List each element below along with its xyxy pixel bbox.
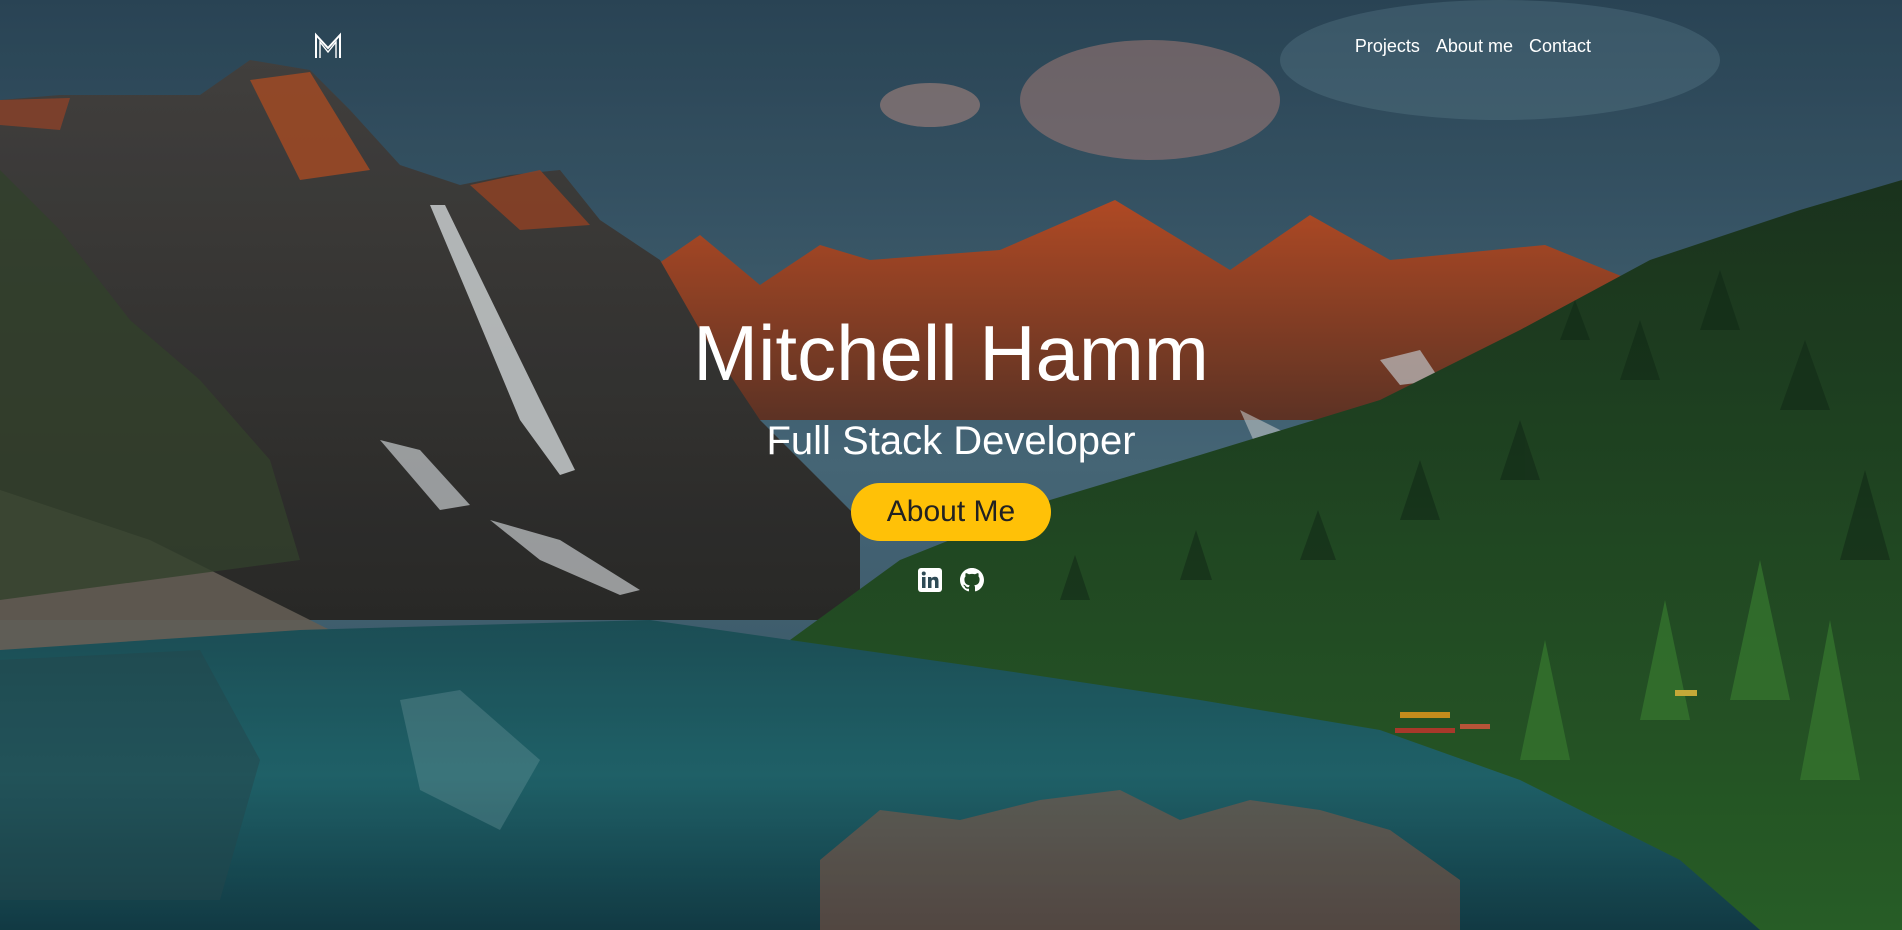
nav-link-contact[interactable]: Contact xyxy=(1529,36,1591,57)
nav-link-projects[interactable]: Projects xyxy=(1355,36,1420,57)
hero-content: Mitchell Hamm Full Stack Developer About… xyxy=(0,305,1902,593)
monogram-m-icon[interactable] xyxy=(313,32,343,60)
about-me-button[interactable]: About Me xyxy=(851,483,1051,541)
linkedin-icon[interactable] xyxy=(917,567,943,593)
hero-name: Mitchell Hamm xyxy=(693,309,1209,397)
nav-links: Projects About me Contact xyxy=(1355,36,1591,57)
social-links xyxy=(917,567,985,593)
nav-link-about-me[interactable]: About me xyxy=(1436,36,1513,57)
top-nav: Projects About me Contact xyxy=(313,30,1591,62)
github-icon[interactable] xyxy=(959,567,985,593)
hero-section: Projects About me Contact Mitchell Hamm … xyxy=(0,0,1902,930)
hero-subtitle: Full Stack Developer xyxy=(766,419,1136,463)
